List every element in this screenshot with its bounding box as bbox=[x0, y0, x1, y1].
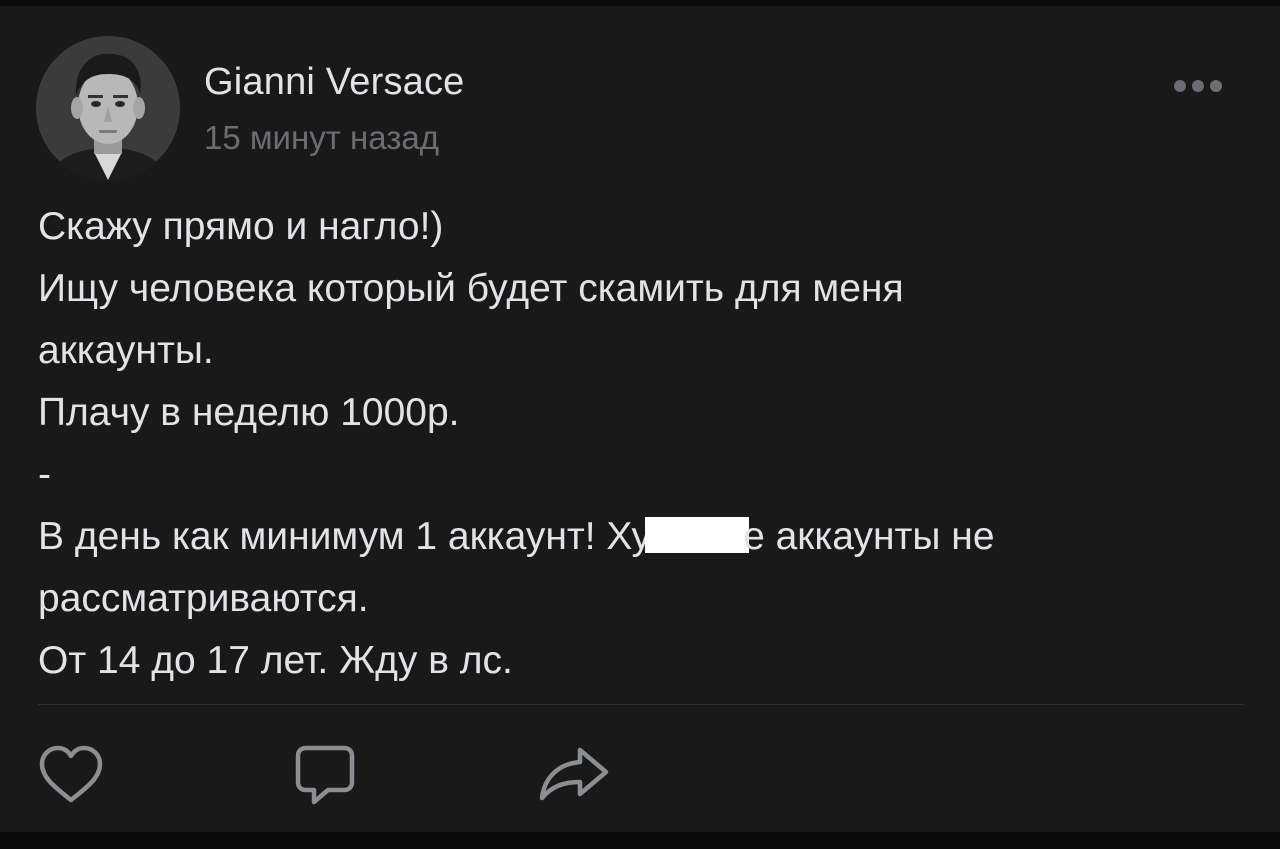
post-text-line: Ищу человека который будет скамить для м… bbox=[38, 267, 904, 310]
more-dot bbox=[1174, 80, 1186, 92]
author-name[interactable]: Gianni Versace bbox=[204, 60, 465, 104]
post-text: Скажу прямо и нагло!) Ищу человека котор… bbox=[38, 196, 1238, 692]
post-text-line: Скажу прямо и нагло!) bbox=[38, 205, 444, 248]
share-icon bbox=[539, 747, 609, 801]
post-text-line: От 14 до 17 лет. Жду в лс. bbox=[38, 639, 513, 682]
post-text-line: рассматриваются. bbox=[38, 577, 369, 620]
post-text-line: - bbox=[38, 453, 51, 496]
post-card: Gianni Versace 15 минут назад Скажу прям… bbox=[0, 6, 1280, 832]
comment-button[interactable] bbox=[292, 744, 362, 808]
post-text-line: Плачу в неделю 1000р. bbox=[38, 391, 460, 434]
post-timestamp: 15 минут назад bbox=[204, 119, 439, 156]
divider bbox=[38, 704, 1244, 705]
like-button[interactable] bbox=[36, 744, 106, 808]
post-text-segment: е аккаунты не bbox=[743, 515, 995, 558]
more-dot bbox=[1210, 80, 1222, 92]
comment-icon bbox=[295, 745, 355, 805]
share-button[interactable] bbox=[538, 744, 609, 808]
heart-icon bbox=[39, 745, 103, 803]
post-text-segment: В день как минимум 1 аккаунт! Ху bbox=[38, 515, 652, 558]
avatar[interactable] bbox=[36, 36, 180, 180]
avatar-photo-icon bbox=[36, 36, 180, 180]
post-text-line: В день как минимум 1 аккаунт! Ху е аккаун… bbox=[38, 506, 1238, 568]
more-options-icon[interactable] bbox=[1174, 76, 1222, 96]
redaction-block bbox=[645, 517, 750, 553]
post-text-line: аккаунты. bbox=[38, 329, 214, 372]
more-dot bbox=[1192, 80, 1204, 92]
